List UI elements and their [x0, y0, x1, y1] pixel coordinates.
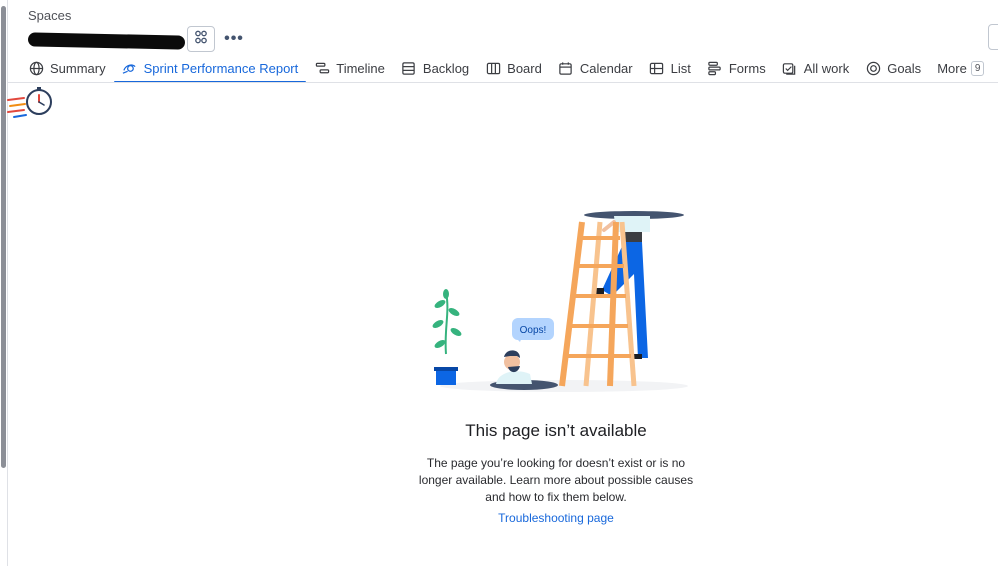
space-nav-tabs: Summary Sprint Performance Report Timeli… — [20, 55, 992, 83]
more-count-badge: 9 — [970, 61, 985, 76]
list-icon — [649, 61, 665, 77]
backlog-icon — [401, 61, 417, 77]
tab-label: Timeline — [336, 61, 385, 76]
tab-label: List — [670, 61, 691, 76]
tab-label: Forms — [728, 61, 766, 76]
tab-label: Calendar — [579, 61, 633, 76]
tab-timeline[interactable]: Timeline — [306, 55, 393, 82]
vertical-scrollbar[interactable] — [0, 0, 8, 566]
tab-all-work[interactable]: All work — [774, 55, 858, 82]
right-panel-toggle[interactable] — [988, 24, 998, 50]
tab-list[interactable]: List — [641, 55, 699, 82]
people-button[interactable] — [187, 26, 215, 52]
all-work-icon — [782, 61, 798, 77]
timeline-icon — [314, 61, 330, 77]
tab-label: Sprint Performance Report — [143, 61, 299, 76]
more-horizontal-icon: ••• — [224, 30, 244, 47]
space-title-row: ••• — [27, 26, 247, 52]
tab-more[interactable]: More 9 — [929, 55, 992, 82]
globe-icon — [28, 61, 44, 77]
tab-board[interactable]: Board — [477, 55, 550, 82]
tabs-divider — [8, 82, 998, 83]
oops-speech-text: Oops! — [520, 325, 547, 336]
error-description: The page you’re looking for doesn’t exis… — [418, 456, 694, 504]
troubleshooting-link[interactable]: Troubleshooting page — [456, 511, 656, 525]
breadcrumb-spaces[interactable]: Spaces — [28, 8, 71, 23]
board-icon — [485, 61, 501, 77]
tab-label: More — [937, 61, 967, 76]
tab-label: All work — [803, 61, 850, 76]
tab-goals[interactable]: Goals — [857, 55, 929, 82]
redacted-space-name — [27, 32, 186, 50]
tab-summary[interactable]: Summary — [20, 55, 114, 82]
tab-label: Board — [507, 61, 542, 76]
more-actions-button[interactable]: ••• — [221, 26, 247, 52]
error-illustration: Oops! — [424, 204, 690, 396]
error-title: This page isn’t available — [465, 421, 647, 440]
tab-sprint-performance-report[interactable]: Sprint Performance Report — [113, 55, 307, 83]
tab-label: Summary — [50, 61, 106, 76]
sprint-report-icon — [122, 61, 138, 77]
tab-forms[interactable]: Forms — [699, 55, 774, 82]
calendar-icon — [558, 61, 574, 77]
goals-icon — [865, 61, 881, 77]
forms-icon — [707, 61, 723, 77]
tab-calendar[interactable]: Calendar — [550, 55, 641, 82]
tab-backlog[interactable]: Backlog — [393, 55, 477, 82]
tab-label: Backlog — [422, 61, 470, 76]
scrollbar-thumb[interactable] — [1, 6, 6, 468]
sprint-performance-logo-icon — [6, 86, 56, 124]
people-icon — [193, 29, 209, 50]
tab-label: Goals — [887, 61, 922, 76]
